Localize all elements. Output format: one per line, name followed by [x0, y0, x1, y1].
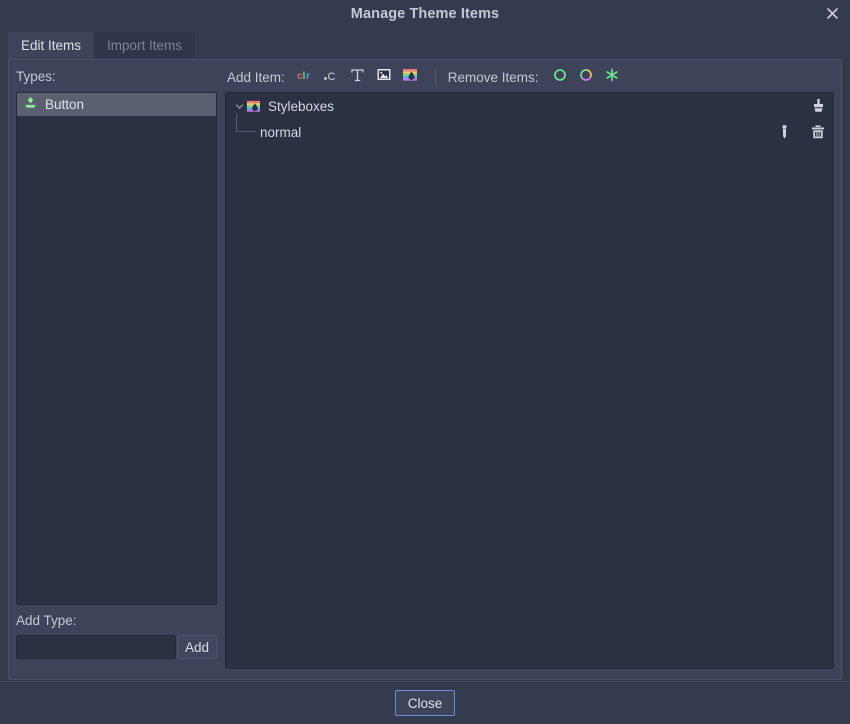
remove-custom-items-icon: [579, 68, 593, 87]
tree-row[interactable]: normal: [226, 119, 833, 145]
type-list-item-button[interactable]: Button: [17, 93, 216, 116]
remove-class-items-button[interactable]: [547, 66, 573, 88]
remove-class-items-icon: [553, 68, 567, 87]
tree-row[interactable]: Styleboxes: [226, 93, 833, 119]
button-node-icon: [23, 95, 38, 115]
dialog-title: Manage Theme Items: [351, 6, 499, 22]
main-panel: Types: Button Add Type: Add: [8, 59, 842, 680]
trash-icon[interactable]: [809, 123, 827, 141]
svg-text:C: C: [328, 71, 336, 82]
stylebox-group-icon: [246, 99, 261, 113]
clear-group-icon[interactable]: [809, 97, 827, 115]
theme-items-tree[interactable]: Styleboxes normal: [225, 92, 834, 669]
dialog-titlebar: Manage Theme Items: [0, 0, 850, 27]
close-x-icon[interactable]: [823, 4, 842, 23]
close-button-label: Close: [408, 696, 443, 711]
tree-node-label: Styleboxes: [268, 99, 334, 114]
add-color-item-button[interactable]: c l r: [293, 66, 319, 88]
chevron-down-icon[interactable]: [232, 102, 246, 111]
add-font-item-button[interactable]: [345, 66, 371, 88]
add-type-input[interactable]: [16, 635, 176, 659]
close-button[interactable]: Close: [395, 690, 456, 716]
remove-all-items-button[interactable]: [599, 66, 625, 88]
tab-edit-items-label: Edit Items: [21, 38, 81, 53]
dialog-footer: Close: [0, 681, 850, 724]
types-list[interactable]: Button: [16, 92, 217, 605]
add-type-row: Add: [16, 635, 217, 659]
font-item-icon: [350, 67, 365, 88]
add-icon-item-button[interactable]: [371, 66, 397, 88]
tree-connector-line: [234, 119, 260, 145]
add-type-label: Add Type:: [16, 613, 77, 628]
types-label: Types:: [14, 65, 219, 87]
toolbar-separator: [435, 68, 436, 86]
remove-all-items-icon: [605, 68, 619, 87]
tabbar: Edit Items Import Items: [8, 32, 195, 59]
add-item-label: Add Item:: [227, 70, 285, 85]
add-type-button[interactable]: Add: [177, 635, 217, 659]
svg-text:r: r: [306, 70, 310, 82]
icon-item-icon: [376, 67, 392, 87]
edit-pencil-icon[interactable]: [775, 123, 793, 141]
types-column: Types: Button Add Type: Add: [14, 65, 219, 673]
add-stylebox-item-button[interactable]: [397, 66, 423, 88]
tree-row-actions: [809, 93, 827, 119]
stylebox-item-icon: [402, 67, 418, 87]
color-item-icon: c l r: [297, 68, 314, 87]
type-list-item-label: Button: [45, 97, 84, 112]
tab-import-items[interactable]: Import Items: [94, 32, 195, 59]
tab-import-items-label: Import Items: [107, 38, 182, 53]
remove-custom-items-button[interactable]: [573, 66, 599, 88]
remove-items-label: Remove Items:: [448, 70, 539, 85]
items-toolbar: Add Item: c l r C: [223, 65, 836, 89]
add-type-button-label: Add: [185, 640, 209, 655]
tree-row-actions: [775, 119, 827, 145]
constant-item-icon: C: [323, 68, 340, 87]
manage-theme-items-dialog: Manage Theme Items Edit Items Import Ite…: [0, 0, 850, 724]
tab-edit-items[interactable]: Edit Items: [8, 32, 94, 59]
items-column: Add Item: c l r C: [223, 65, 836, 673]
tree-node-label: normal: [260, 125, 301, 140]
add-constant-item-button[interactable]: C: [319, 66, 345, 88]
